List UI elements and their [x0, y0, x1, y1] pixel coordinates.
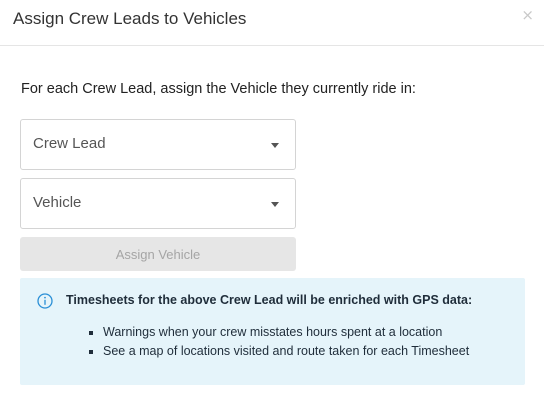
vehicle-select[interactable]: Vehicle	[20, 178, 296, 229]
crew-lead-select[interactable]: Crew Lead	[20, 119, 296, 170]
close-icon[interactable]: ×	[521, 8, 534, 23]
list-item-text: Warnings when your crew misstates hours …	[103, 325, 443, 339]
bullet-icon	[89, 331, 93, 335]
list-item: See a map of locations visited and route…	[89, 342, 469, 361]
vehicle-select-value: Vehicle	[33, 194, 82, 211]
info-icon	[37, 293, 53, 309]
dialog-header: Assign Crew Leads to Vehicles ×	[0, 0, 544, 46]
gps-info-box: Timesheets for the above Crew Lead will …	[20, 278, 525, 385]
info-list: Warnings when your crew misstates hours …	[89, 323, 469, 361]
chevron-down-icon	[271, 202, 279, 207]
assign-crew-dialog: Assign Crew Leads to Vehicles × For each…	[0, 0, 544, 401]
list-item-text: See a map of locations visited and route…	[103, 344, 470, 358]
chevron-down-icon	[271, 143, 279, 148]
crew-lead-select-value: Crew Lead	[33, 135, 106, 152]
list-item: Warnings when your crew misstates hours …	[89, 323, 469, 342]
dialog-title: Assign Crew Leads to Vehicles	[13, 9, 247, 28]
bullet-icon	[89, 350, 93, 354]
info-heading: Timesheets for the above Crew Lead will …	[66, 293, 473, 307]
assign-vehicle-button[interactable]: Assign Vehicle	[20, 237, 296, 271]
instruction-text: For each Crew Lead, assign the Vehicle t…	[21, 81, 416, 97]
